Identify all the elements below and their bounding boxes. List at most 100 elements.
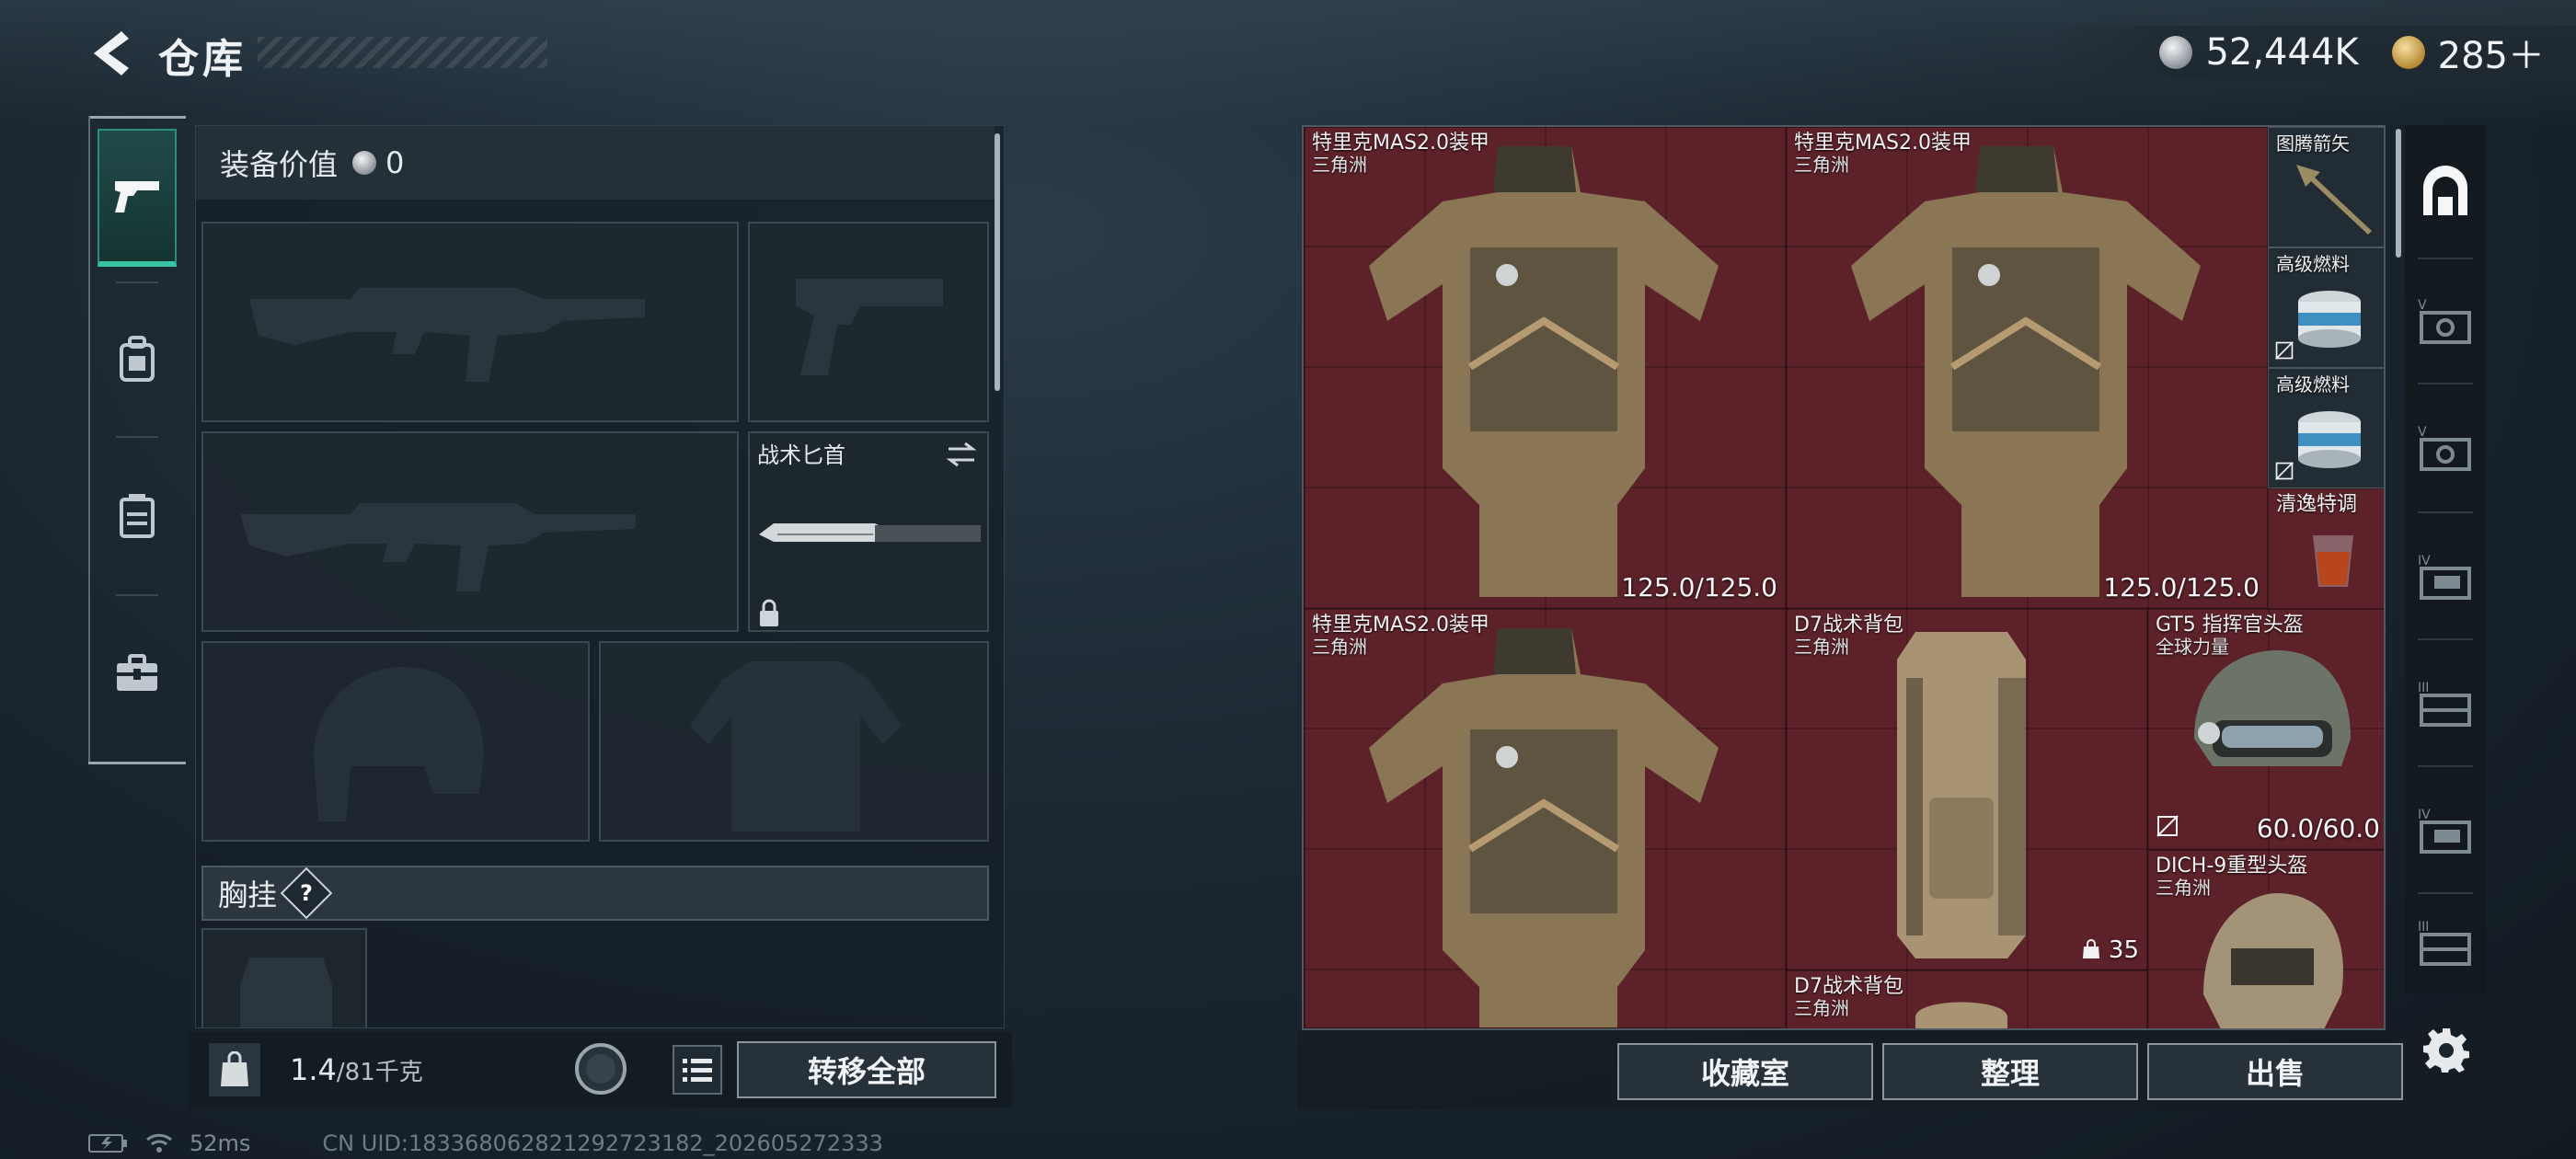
primary-weapon-slot[interactable] [201,222,739,422]
sell-button[interactable]: 出售 [2147,1043,2403,1100]
wifi-icon [146,1133,172,1153]
item-source: 三角洲 [1312,636,1367,658]
not-insured-icon [2275,462,2294,480]
item-name: 特里克MAS2.0装甲 [1794,132,1972,155]
stash-tab-iii-2[interactable]: III [2405,896,2486,988]
tab-armor[interactable] [98,291,177,429]
stash-item[interactable]: 特里克MAS2.0装甲 三角洲 [1304,609,1786,1028]
stash-tab-v-1[interactable]: V [2405,259,2486,381]
weight-current: 1.4 [290,1052,337,1087]
stash-category-rail: V V IV III IV III [2405,125,2486,993]
chest-rig-label: 胸挂 [218,878,278,912]
loadout-panel: 装备价值 0 战术匕首 胸挂 ? [195,125,1005,1028]
item-name: D7战术背包 [1794,975,1903,998]
gear-icon [2423,1028,2469,1073]
battery-icon [88,1134,127,1153]
ping-readout: 52ms [190,1130,251,1156]
item-capacity: 35 [2081,936,2139,964]
item-source: 三角洲 [1794,636,1849,658]
gold-currency-value[interactable]: 285＋ [2438,26,2545,79]
helmet-icon [2194,650,2351,766]
stash-tab-iii-1[interactable]: III [2405,642,2486,763]
backpack-icon [1915,1002,2007,1028]
loadout-scrollbar[interactable] [995,133,1000,391]
helmet-icon [2203,893,2343,1028]
rail-side-border [88,116,90,764]
page-title: 仓库 [158,36,247,83]
sort-button[interactable]: 整理 [1882,1043,2138,1100]
rail-top-border [88,116,186,119]
stash-item[interactable]: 高级燃料 [2268,368,2384,488]
item-source: 三角洲 [1794,154,1849,176]
body-armor-icon [1851,146,2201,597]
stash-rack-icon: III [2418,681,2471,727]
swap-icon[interactable] [945,441,978,468]
pistol-icon [115,181,159,212]
tab-case[interactable] [98,605,177,743]
melee-item-name: 战术匕首 [757,442,845,468]
svg-text:V: V [2418,298,2427,313]
pistol-slot[interactable] [748,222,989,422]
melee-slot[interactable]: 战术匕首 [748,431,989,632]
not-insured-icon [2156,815,2179,837]
stash-item[interactable]: 高级燃料 [2268,247,2384,368]
lock-icon [760,599,778,626]
tab-weapons[interactable] [98,129,177,267]
stash-item[interactable]: D7战术背包 三角洲 [1786,970,2147,1028]
stash-item[interactable]: D7战术背包 三角洲 35 [1786,609,2147,970]
stash-panel: 特里克MAS2.0装甲 三角洲 125.0/125.0 特里克MAS2.0装甲 … [1302,125,2386,1030]
stash-tab-iv-1[interactable]: IV [2405,515,2486,637]
body-armor-slot[interactable] [599,641,989,842]
equipment-value-label: 装备价值 [220,147,339,182]
stash-folder-icon: IV [2418,808,2471,854]
item-source: 三角洲 [1794,997,1849,1019]
item-source: 全球力量 [2156,636,2229,658]
user-uid: CN UID:1833680628212927231​82_2026052723… [322,1130,883,1156]
svg-text:III: III [2418,920,2429,935]
item-name: D7战术背包 [1794,614,1903,637]
secondary-weapon-slot[interactable] [201,431,739,632]
quick-action-button[interactable] [575,1043,627,1095]
silver-coin-icon [352,151,377,175]
stash-item[interactable]: 图腾箭矢 [2268,127,2384,247]
tab-separator [116,594,158,596]
stash-item[interactable]: DICH-9重型头盔 三角洲 [2147,850,2384,1028]
help-icon[interactable]: ? [280,866,333,920]
armor-icon [120,336,155,382]
rifle-silhouette-icon [249,288,645,382]
stash-item[interactable]: 特里克MAS2.0装甲 三角洲 125.0/125.0 [1304,127,1786,609]
list-view-button[interactable] [673,1045,722,1095]
back-button[interactable] [83,26,138,81]
item-name: 高级燃料 [2276,253,2350,275]
tab-chest-rig[interactable] [98,447,177,585]
chest-rig-header: 胸挂 ? [201,866,989,921]
svg-text:V: V [2418,425,2427,440]
backpack-weight-icon [209,1043,260,1096]
stash-tab-iv-2[interactable]: IV [2405,769,2486,890]
stash-item[interactable]: 清逸特调 [2268,488,2384,609]
svg-text:IV: IV [2418,554,2431,568]
chest-rig-slot[interactable] [201,928,367,1027]
stash-action-bar: 收藏室 整理 出售 [1297,1030,2403,1109]
stash-tab-v-2[interactable]: V [2405,386,2486,508]
collection-button[interactable]: 收藏室 [1617,1043,1873,1100]
settings-button[interactable] [2420,1023,2473,1076]
category-all[interactable] [2405,132,2486,254]
stash-item[interactable]: 特里克MAS2.0装甲 三角洲 125.0/125.0 [1786,127,2268,609]
stash-scrollbar[interactable] [2396,129,2401,258]
item-name: GT5 指挥官头盔 [2156,614,2304,637]
arrow-totem-icon [2296,165,2372,235]
stash-box-icon: V [2418,425,2471,471]
item-source: 三角洲 [2156,877,2211,899]
item-name: 特里克MAS2.0装甲 [1312,614,1489,637]
item-name: DICH-9重型头盔 [2156,855,2308,878]
stash-item[interactable]: GT5 指挥官头盔 全球力量 60.0/60.0 [2147,609,2384,850]
weight-readout: 1.4/81千克 [290,1052,423,1087]
svg-text:III: III [2418,681,2429,695]
fuel-can-icon [2298,291,2361,348]
currency-bar: 52,444K 285＋ [2052,26,2576,79]
stash-rack-icon: III [2418,920,2471,966]
status-bar: 52ms CN UID:1833680628212927231​82_20260… [88,1130,883,1157]
helmet-slot[interactable] [201,641,590,842]
transfer-all-button[interactable]: 转移全部 [737,1041,996,1098]
